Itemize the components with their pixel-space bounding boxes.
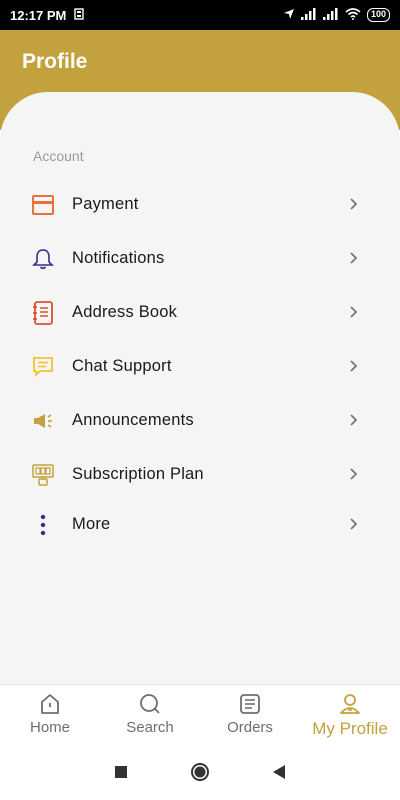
menu-item-more[interactable]: More	[0, 500, 400, 548]
menu-item-payment[interactable]: Payment	[0, 180, 400, 228]
status-bar: 12:17 PM 100	[0, 0, 400, 30]
signal-icon-2	[322, 7, 339, 23]
menu-item-notifications[interactable]: Notifications	[0, 234, 400, 282]
status-time: 12:17 PM	[10, 7, 67, 23]
chevron-right-icon	[350, 414, 358, 426]
bell-icon	[30, 246, 56, 272]
chevron-right-icon	[350, 252, 358, 264]
tab-orders[interactable]: Orders	[200, 685, 300, 748]
location-icon	[283, 8, 295, 23]
tab-my-profile[interactable]: My Profile	[300, 685, 400, 748]
menu-label-address-book: Address Book	[72, 302, 178, 321]
chevron-right-icon	[350, 468, 358, 480]
section-label-account: Account	[33, 148, 84, 164]
home-icon	[41, 694, 59, 714]
payment-card-icon	[30, 192, 56, 218]
menu-item-address-book[interactable]: Address Book	[0, 288, 400, 336]
back-triangle-icon	[273, 764, 285, 779]
chevron-right-icon	[350, 198, 358, 210]
more-vertical-icon	[30, 512, 56, 538]
menu-label-subscription-plan: Subscription Plan	[72, 464, 204, 483]
megaphone-icon	[30, 408, 56, 434]
menu-item-announcements[interactable]: Announcements	[0, 396, 400, 444]
tab-search[interactable]: Search	[100, 685, 200, 748]
tab-orders-label: Orders	[227, 719, 273, 736]
tab-home-label: Home	[29, 719, 70, 736]
tab-home[interactable]: Home	[0, 685, 100, 748]
system-nav-bar	[0, 748, 400, 800]
address-book-icon	[30, 300, 56, 326]
tab-search-label: Search	[126, 719, 174, 736]
chevron-right-icon	[350, 518, 358, 530]
signal-icon	[300, 7, 317, 23]
menu-label-announcements: Announcements	[72, 410, 194, 429]
profile-icon	[340, 694, 360, 714]
tab-my-profile-label: My Profile	[312, 719, 388, 738]
page-title: Profile	[22, 50, 88, 73]
notification-icon	[74, 7, 85, 23]
orders-icon	[240, 694, 260, 714]
subscription-icon	[30, 462, 56, 488]
menu-label-chat-support: Chat Support	[72, 356, 172, 375]
menu-label-notifications: Notifications	[72, 248, 165, 267]
circle-icon	[191, 762, 209, 781]
bottom-nav: Home Search Orders My Profile	[0, 684, 400, 748]
chevron-right-icon	[350, 360, 358, 372]
chevron-right-icon	[350, 306, 358, 318]
chat-icon	[30, 354, 56, 380]
account-card: Account Payment Notifications Address Bo…	[0, 92, 400, 684]
menu-label-payment: Payment	[72, 194, 139, 213]
menu-label-more: More	[72, 514, 111, 533]
back-button[interactable]	[272, 764, 286, 785]
square-icon	[115, 765, 127, 778]
recents-button[interactable]	[114, 765, 128, 784]
search-icon	[140, 694, 160, 714]
battery-indicator: 100	[366, 8, 390, 22]
wifi-icon	[345, 7, 361, 23]
menu-item-subscription-plan[interactable]: Subscription Plan	[0, 450, 400, 498]
home-button[interactable]	[190, 762, 210, 787]
menu-item-chat-support[interactable]: Chat Support	[0, 342, 400, 390]
